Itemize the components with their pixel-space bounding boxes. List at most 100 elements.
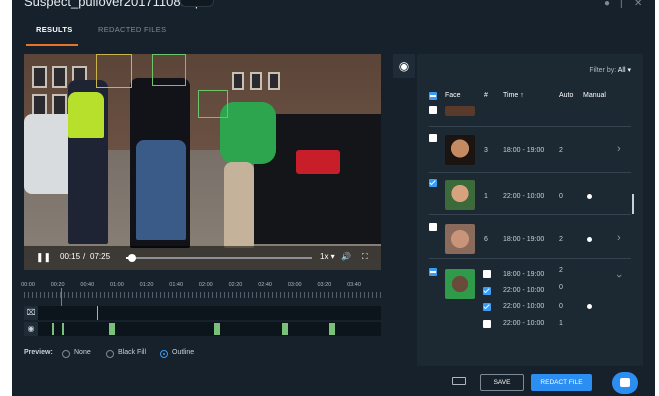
video-frame[interactable] (24, 54, 381, 270)
timeline[interactable]: 00:00 00:20 00:40 01:00 01:20 01:40 02:00 02:20… (21, 282, 381, 342)
row-time: 18:00 - 19:00 (503, 147, 545, 154)
face-thumbnail (445, 269, 475, 299)
row-divider (429, 258, 631, 259)
scene-window (32, 66, 47, 88)
row-auto: 2 (559, 236, 563, 243)
media-pane: ❚❚ 00:15 / 07:25 1x ▾ 🔊 ⛶ 00:00 00:20 00:4… (12, 46, 393, 376)
tab-bar: RESULTS REDACTED FILES (12, 14, 655, 46)
scene-window (52, 94, 67, 116)
subrow-auto: 2 (559, 267, 563, 274)
subrow-checkbox[interactable] (483, 320, 491, 328)
preview-black-fill-radio[interactable] (106, 350, 114, 358)
row-time: 18:00 - 19:00 (503, 236, 545, 243)
filter-dropdown[interactable]: Filter by: All ▾ (589, 66, 631, 74)
subrow-time: 22:00 - 10:00 (503, 303, 545, 310)
row-time: 22:00 - 10:00 (503, 193, 545, 200)
subrow-auto: 0 (559, 284, 563, 291)
tab-results[interactable]: RESULTS (36, 25, 73, 34)
timeline-tick-label: 01:00 (110, 282, 124, 288)
subrow-checkbox[interactable] (483, 270, 491, 278)
row-auto: 0 (559, 193, 563, 200)
app-window: Suspect_pullover20171108.mp4 ● | ✕ RESUL… (12, 0, 655, 396)
seek-handle[interactable] (128, 254, 137, 262)
expanded-group-row[interactable]: › 18:00 - 19:00 2 22:00 - 10:00 0 22:00 … (417, 264, 643, 364)
face-detection-box[interactable] (198, 90, 228, 118)
title-bar: Suspect_pullover20171108.mp4 ● | ✕ (12, 0, 655, 14)
timeline-tick-label: 02:20 (228, 282, 243, 288)
table-row[interactable]: 3 18:00 - 19:00 2 › (417, 132, 643, 172)
scene-window (232, 72, 244, 90)
status-badge (180, 0, 214, 7)
face-thumbnail (445, 106, 475, 116)
track-segment[interactable] (214, 323, 220, 335)
chevron-down-icon[interactable]: › (613, 274, 625, 278)
manual-indicator (587, 194, 592, 199)
manual-track-icon: ⌧ (24, 306, 38, 320)
column-face: Face (445, 92, 461, 99)
scene-officer-vest (68, 92, 104, 138)
speed-select[interactable]: 1x ▾ (320, 252, 335, 261)
save-button[interactable]: SAVE (480, 374, 524, 391)
track-row-manual[interactable]: ⌧ (24, 306, 381, 320)
scene-tail-light (296, 150, 340, 174)
action-bar: SAVE REDACT FILE (12, 368, 655, 396)
preview-options: Preview: None Black Fill Outline (24, 348, 324, 362)
keyboard-icon[interactable] (452, 377, 466, 385)
subrow-checkbox[interactable] (483, 303, 491, 311)
face-detection-box[interactable] (96, 54, 132, 88)
track-marker (97, 306, 98, 320)
preview-outline-radio[interactable] (160, 350, 168, 358)
column-auto: Auto (559, 92, 574, 99)
pause-icon[interactable]: ❚❚ (36, 252, 51, 263)
chevron-right-icon[interactable]: › (617, 143, 621, 155)
row-divider (429, 214, 631, 215)
track-segment[interactable] (109, 323, 115, 335)
filter-value[interactable]: All ▾ (618, 67, 631, 74)
scene-window (268, 72, 280, 90)
row-checkbox[interactable] (429, 106, 437, 114)
results-pane: ◉ Filter by: All ▾ Face # Time ↑ Auto Ma… (393, 46, 655, 366)
track-segment[interactable] (329, 323, 335, 335)
table-row[interactable]: 1 22:00 - 10:00 0 (417, 176, 643, 216)
scene-person-green (220, 102, 276, 164)
seek-track[interactable] (126, 257, 312, 259)
preview-black-fill-label[interactable]: Black Fill (118, 349, 146, 356)
preview-none-label[interactable]: None (74, 349, 91, 356)
preview-none-radio[interactable] (62, 350, 70, 358)
column-time[interactable]: Time ↑ (503, 92, 524, 99)
column-manual: Manual (583, 92, 606, 99)
volume-icon[interactable]: 🔊 (341, 252, 351, 261)
track-segment[interactable] (62, 323, 64, 335)
face-thumbnail (445, 224, 475, 254)
duration: 07:25 (90, 252, 111, 261)
current-time: 00:15 (60, 252, 81, 261)
row-checkbox[interactable] (429, 223, 437, 231)
settings-icon[interactable]: ● (604, 0, 610, 9)
results-scrollbar[interactable] (632, 194, 634, 214)
close-icon[interactable]: ✕ (634, 0, 642, 9)
track-row-faces[interactable]: ◉ (24, 322, 381, 336)
tab-redacted-files[interactable]: REDACTED FILES (98, 25, 166, 34)
select-all-checkbox[interactable] (429, 92, 437, 100)
scene-window (250, 72, 262, 90)
group-checkbox[interactable] (429, 268, 437, 276)
chat-icon[interactable] (612, 372, 638, 394)
subrow-checkbox[interactable] (483, 287, 491, 295)
row-checkbox[interactable] (429, 134, 437, 142)
fullscreen-icon[interactable]: ⛶ (362, 252, 368, 262)
row-divider (429, 126, 631, 127)
table-row[interactable]: 6 18:00 - 19:00 2 › (417, 220, 643, 260)
track-segment[interactable] (282, 323, 288, 335)
chevron-right-icon[interactable]: › (617, 232, 621, 244)
redact-file-button[interactable]: REDACT FILE (531, 374, 592, 391)
row-checkbox[interactable] (429, 179, 437, 187)
track-segment[interactable] (52, 323, 54, 335)
face-detection-box[interactable] (152, 54, 186, 86)
face-detection-toggle[interactable]: ◉ (393, 54, 415, 78)
preview-label: Preview: (24, 349, 53, 356)
timeline-tick-label: 00:20 (50, 282, 65, 288)
timeline-tick-label: 01:20 (139, 282, 154, 288)
row-divider (429, 172, 631, 173)
player-controls: ❚❚ 00:15 / 07:25 1x ▾ 🔊 ⛶ (24, 246, 381, 270)
preview-outline-label[interactable]: Outline (172, 349, 194, 356)
